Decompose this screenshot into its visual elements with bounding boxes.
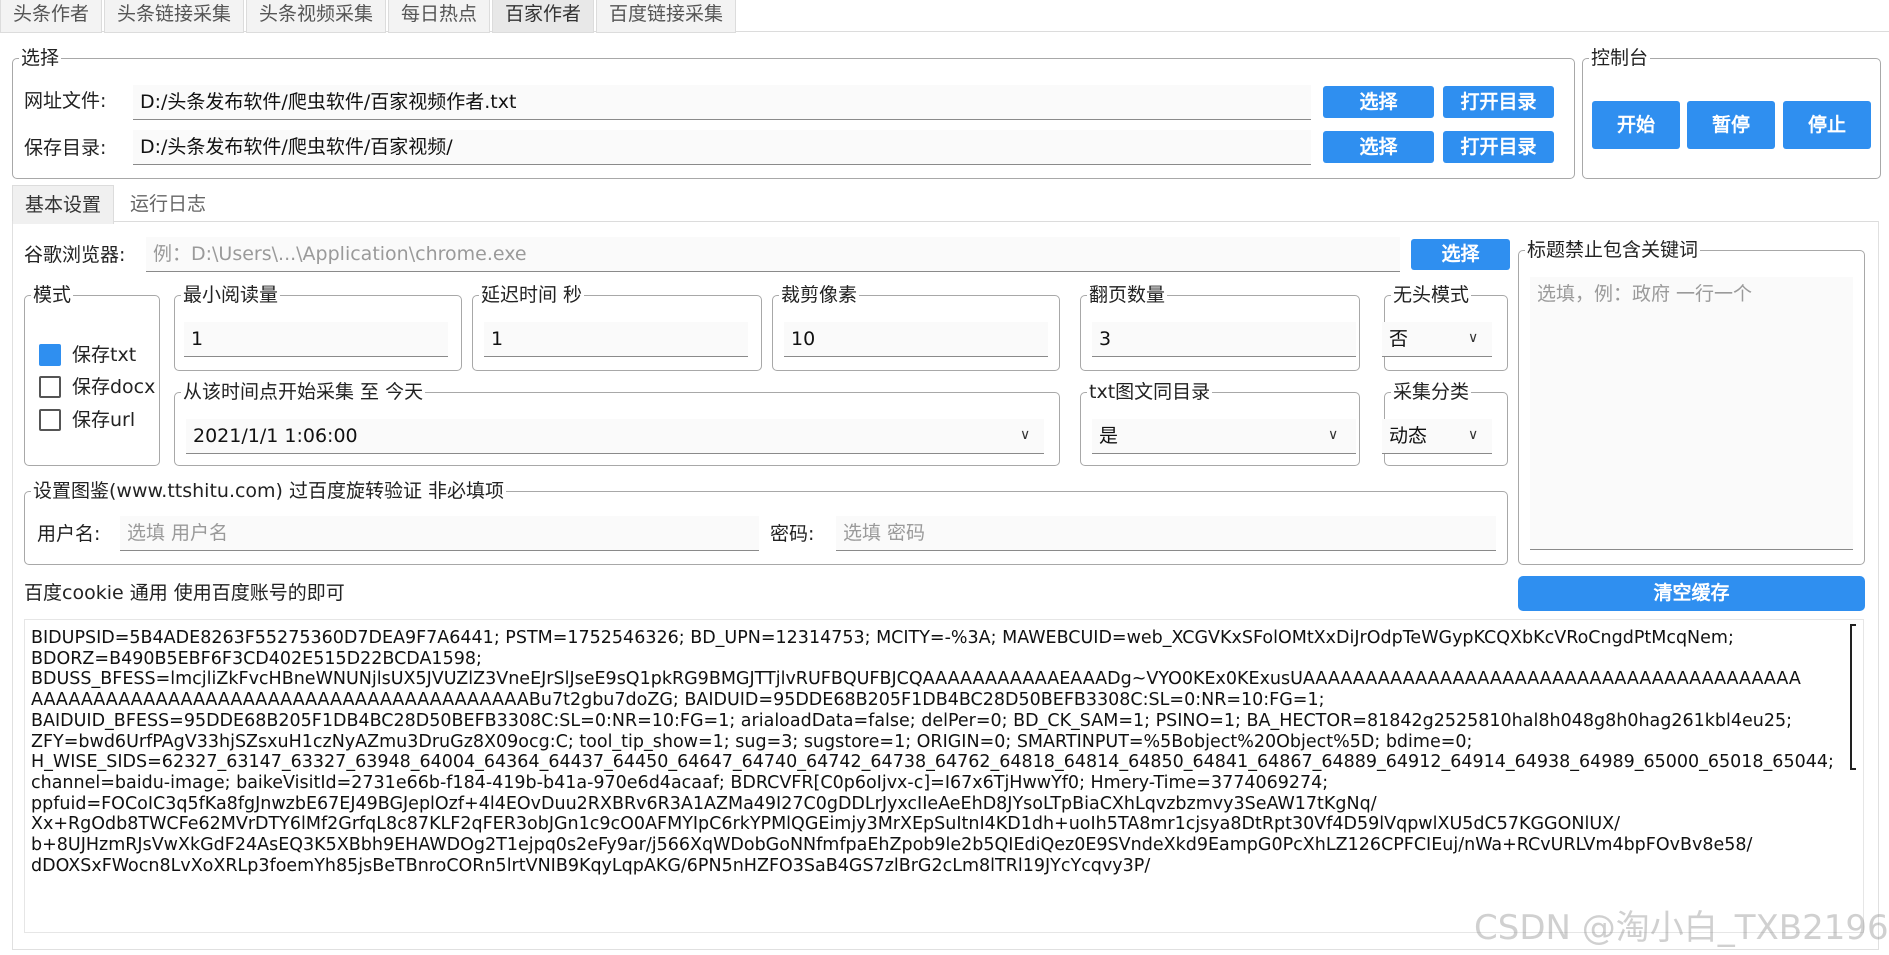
select-group-legend: 选择 [19,45,62,71]
tab-toutiao-video[interactable]: 头条视频采集 [246,0,387,33]
keywords-legend: 标题禁止包含关键词 [1525,237,1701,263]
ttshitu-legend: 设置图鉴(www.ttshitu.com) 过百度旋转验证 非必填项 [31,478,507,504]
clear-cache-button[interactable]: 清空缓存 [1518,576,1865,611]
pages-input[interactable]: 3 [1092,322,1356,357]
crop-input[interactable]: 10 [784,322,1048,357]
keywords-textarea[interactable]: 选填，例：政府 一行一个 [1530,277,1853,550]
start-button[interactable]: 开始 [1592,101,1680,149]
txt-same-dir-legend: txt图文同目录 [1087,379,1213,405]
min-read-legend: 最小阅读量 [181,282,281,308]
tab-toutiao-link[interactable]: 头条链接采集 [104,0,245,33]
cookie-scrollbar[interactable] [1850,624,1856,770]
url-file-open-dir-button[interactable]: 打开目录 [1443,86,1554,118]
save-txt-checkbox[interactable] [39,344,61,366]
console-legend: 控制台 [1589,45,1651,71]
tab-baijia-author[interactable]: 百家作者 [492,0,595,33]
txt-same-dir-chevron-down-icon: ∨ [1328,427,1339,443]
save-dir-open-dir-button[interactable]: 打开目录 [1443,131,1554,163]
start-time-picker[interactable]: 2021/1/1 1:06:00 [186,419,1044,454]
headless-chevron-down-icon: ∨ [1468,330,1479,346]
category-legend: 采集分类 [1391,379,1472,405]
save-txt-label: 保存txt [72,344,137,366]
pages-legend: 翻页数量 [1087,282,1168,308]
tab-daily-hot[interactable]: 每日热点 [388,0,491,33]
cookie-label: 百度cookie 通用 使用百度账号的即可 [24,582,345,604]
headless-legend: 无头模式 [1391,282,1472,308]
delay-legend: 延迟时间 秒 [479,282,585,308]
url-file-label: 网址文件: [24,90,107,112]
tab-basic-settings[interactable]: 基本设置 [12,185,115,224]
ttshitu-username-label: 用户名: [37,523,101,545]
tab-baidu-link[interactable]: 百度链接采集 [596,0,737,33]
save-docx-label: 保存docx [72,376,156,398]
category-chevron-down-icon: ∨ [1468,427,1479,443]
start-time-legend: 从该时间点开始采集 至 今天 [181,379,426,405]
save-docx-checkbox[interactable] [39,376,61,398]
stop-button[interactable]: 停止 [1783,101,1871,149]
save-url-checkbox[interactable] [39,409,61,431]
ttshitu-password-label: 密码: [770,523,815,545]
url-file-choose-button[interactable]: 选择 [1323,86,1434,118]
browser-label: 谷歌浏览器: [24,244,126,266]
save-dir-label: 保存目录: [24,137,107,159]
ttshitu-username-input[interactable]: 选填 用户名 [120,516,759,551]
delay-input[interactable]: 1 [484,322,748,357]
save-url-label: 保存url [72,409,136,431]
start-time-chevron-down-icon: ∨ [1020,427,1031,443]
save-dir-field[interactable]: D:/头条发布软件/爬虫软件/百家视频/ [133,130,1311,165]
txt-same-dir-select[interactable]: 是 [1092,419,1356,454]
pause-button[interactable]: 暂停 [1687,101,1775,149]
mode-legend: 模式 [31,282,74,308]
crop-legend: 裁剪像素 [779,282,860,308]
ttshitu-password-input[interactable]: 选填 密码 [836,516,1496,551]
browser-path-input[interactable]: 例：D:\Users\...\Application\chrome.exe [146,237,1400,272]
csdn-watermark: CSDN @淘小白_TXB2196 [1474,908,1889,948]
tab-toutiao-author[interactable]: 头条作者 [0,0,103,33]
tab-run-log[interactable]: 运行日志 [118,185,218,223]
save-dir-choose-button[interactable]: 选择 [1323,131,1434,163]
min-read-input[interactable]: 1 [184,322,448,357]
url-file-field[interactable]: D:/头条发布软件/爬虫软件/百家视频作者.txt [133,85,1311,120]
browser-choose-button[interactable]: 选择 [1411,239,1510,270]
cookie-textarea[interactable]: BIDUPSID=5B4ADE8263F55275360D7DEA9F7A644… [31,628,1845,928]
